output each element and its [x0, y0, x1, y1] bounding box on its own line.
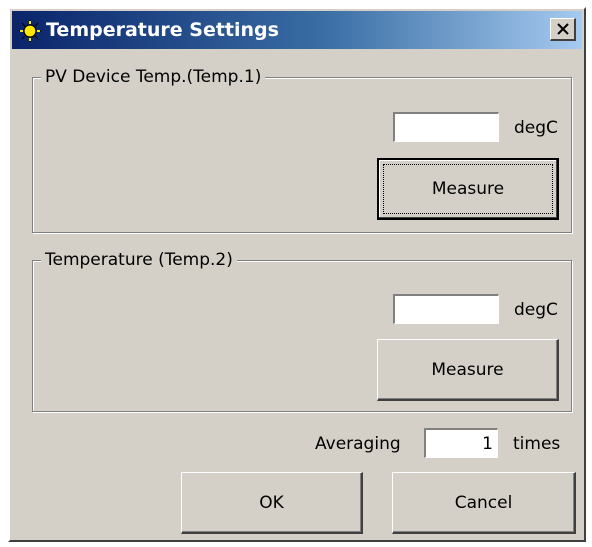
ok-button[interactable]: OK — [181, 472, 363, 534]
cancel-button-label: Cancel — [454, 492, 513, 513]
sun-icon — [18, 19, 42, 43]
temp1-unit-label: degC — [514, 118, 558, 138]
window-title: Temperature Settings — [46, 19, 279, 41]
temp2-group-legend: Temperature (Temp.2) — [41, 249, 237, 271]
temp2-measure-button[interactable]: Measure — [377, 339, 559, 401]
close-button[interactable] — [550, 18, 576, 41]
averaging-unit-label: times — [513, 434, 561, 454]
temp2-value-input[interactable] — [393, 294, 499, 324]
ok-button-label: OK — [259, 492, 284, 513]
title-bar[interactable]: Temperature Settings — [12, 11, 582, 49]
close-icon — [557, 23, 569, 35]
temp2-measure-label: Measure — [431, 359, 504, 380]
temp1-measure-button[interactable]: Measure — [377, 158, 559, 220]
averaging-label: Averaging — [315, 434, 401, 454]
temperature-settings-dialog: Temperature Settings PV Device Temp.(Tem… — [8, 7, 586, 542]
temp1-group: PV Device Temp.(Temp.1) degC Measure — [32, 66, 572, 233]
averaging-input[interactable] — [424, 428, 498, 458]
temp1-group-legend: PV Device Temp.(Temp.1) — [41, 66, 266, 88]
temp2-unit-label: degC — [514, 300, 558, 320]
temp2-group: Temperature (Temp.2) degC Measure — [32, 249, 572, 412]
temp1-value-input[interactable] — [393, 112, 499, 142]
cancel-button[interactable]: Cancel — [392, 472, 576, 534]
temp1-measure-label: Measure — [431, 179, 505, 199]
